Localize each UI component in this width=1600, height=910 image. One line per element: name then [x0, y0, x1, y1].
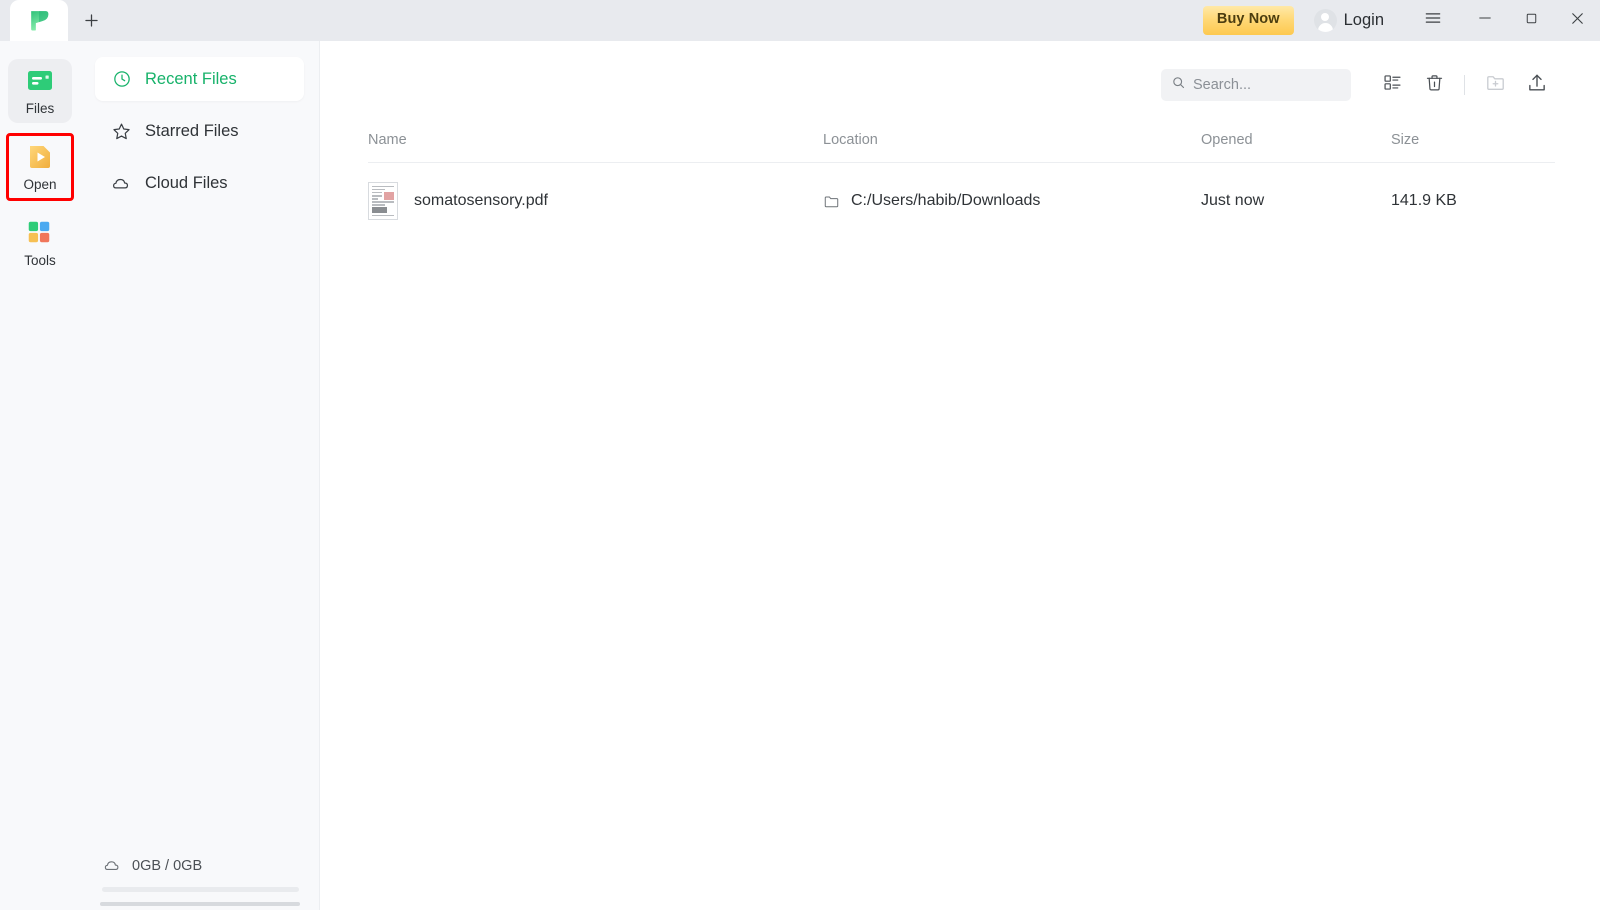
new-folder-icon	[1485, 72, 1506, 98]
file-name-label: somatosensory.pdf	[414, 192, 548, 209]
files-document-icon	[25, 66, 55, 96]
window-controls-group: Buy Now Login	[1202, 0, 1600, 41]
plus-icon	[82, 11, 101, 30]
open-folder-play-icon	[25, 142, 55, 172]
column-header-size[interactable]: Size	[1391, 132, 1555, 148]
column-header-name[interactable]: Name	[368, 132, 823, 148]
new-tab-button[interactable]	[68, 0, 114, 41]
sidebar-item-recent-files[interactable]: Recent Files	[95, 57, 304, 101]
folder-icon	[823, 193, 840, 210]
table-header-row: Name Location Opened Size	[368, 129, 1555, 163]
minimize-icon	[1476, 9, 1494, 32]
trash-button[interactable]	[1413, 67, 1455, 103]
tools-grid-icon	[25, 218, 55, 248]
upload-button[interactable]	[1516, 67, 1558, 103]
trash-icon	[1424, 72, 1445, 98]
rail-label-files: Files	[25, 101, 55, 116]
sidebar-item-starred-files[interactable]: Starred Files	[95, 109, 304, 153]
file-table: Name Location Opened Size somatosensory.…	[320, 129, 1600, 239]
storage-label: 0GB / 0GB	[132, 857, 203, 874]
app-body: Files Open Tools Recent Files Starred Fi…	[0, 41, 1600, 910]
cloud-icon	[111, 173, 132, 194]
file-opened-label: Just now	[1201, 192, 1265, 209]
maximize-icon	[1523, 10, 1540, 32]
list-view-button[interactable]	[1371, 67, 1413, 103]
table-row[interactable]: somatosensory.pdf C:/Users/habib/Downloa…	[368, 163, 1555, 239]
close-icon	[1568, 9, 1587, 33]
rail-item-tools[interactable]: Tools	[8, 211, 72, 275]
rail-item-files[interactable]: Files	[8, 59, 72, 123]
titlebar: Buy Now Login	[0, 0, 1600, 41]
search-icon	[1171, 75, 1186, 95]
search-box[interactable]	[1161, 69, 1351, 101]
maximize-button[interactable]	[1508, 0, 1554, 41]
star-icon	[111, 121, 132, 142]
tab-strip	[0, 0, 114, 41]
rail-label-open: Open	[23, 177, 57, 192]
storage-cloud-icon	[102, 855, 123, 876]
close-button[interactable]	[1554, 0, 1600, 41]
main-panel: Name Location Opened Size	[320, 41, 1600, 910]
sidebar-horizontal-scrollbar[interactable]	[100, 902, 300, 906]
file-name-cell[interactable]: somatosensory.pdf	[368, 182, 823, 220]
sidebar-label-recent-files: Recent Files	[145, 69, 237, 88]
pdf-app-leaf-logo-icon	[27, 8, 52, 33]
hamburger-menu-icon	[1423, 8, 1443, 33]
sidebar-label-cloud-files: Cloud Files	[145, 173, 228, 192]
login-button[interactable]: Login	[1313, 9, 1384, 32]
user-avatar-icon	[1313, 9, 1337, 32]
main-toolbar	[320, 41, 1600, 129]
pdf-page-thumbnail-icon	[368, 182, 398, 220]
sidebar: Recent Files Starred Files Cloud Files 0…	[80, 41, 320, 910]
sidebar-label-starred-files: Starred Files	[145, 121, 239, 140]
app-window: Buy Now Login Files Open Tools Recent Fi…	[0, 0, 1600, 910]
column-header-opened[interactable]: Opened	[1201, 132, 1391, 148]
list-view-icon	[1382, 72, 1403, 98]
new-folder-button[interactable]	[1474, 67, 1516, 103]
clock-icon	[111, 69, 132, 90]
storage-progress-bar	[102, 887, 299, 892]
column-header-location[interactable]: Location	[823, 132, 1201, 148]
sidebar-item-cloud-files[interactable]: Cloud Files	[95, 161, 304, 205]
upload-icon	[1526, 72, 1548, 99]
minimize-button[interactable]	[1462, 0, 1508, 41]
left-rail: Files Open Tools	[0, 41, 80, 910]
rail-item-open[interactable]: Open	[6, 133, 74, 201]
tab-active[interactable]	[10, 0, 68, 41]
file-size-label: 141.9 KB	[1391, 192, 1457, 209]
toolbar-separator	[1464, 75, 1465, 95]
hamburger-menu-button[interactable]	[1410, 0, 1456, 41]
buy-now-button[interactable]: Buy Now	[1202, 6, 1294, 35]
search-input[interactable]	[1193, 77, 1341, 93]
rail-label-tools: Tools	[24, 253, 56, 268]
file-location-label: C:/Users/habib/Downloads	[851, 192, 1041, 209]
file-location-cell: C:/Users/habib/Downloads	[823, 192, 1201, 210]
login-label: Login	[1343, 11, 1384, 29]
